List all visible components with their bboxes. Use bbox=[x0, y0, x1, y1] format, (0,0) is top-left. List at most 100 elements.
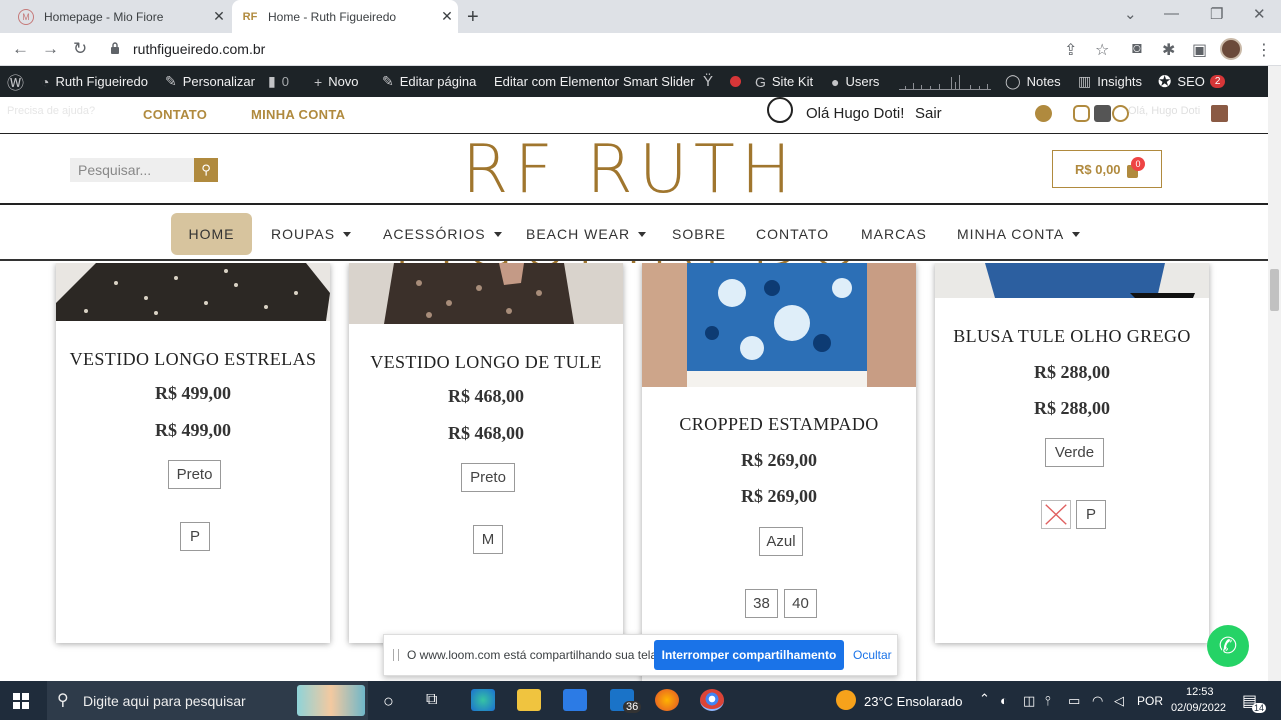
wordpress-logo-icon[interactable]: Ⓦ bbox=[7, 66, 30, 97]
nav-contato[interactable]: CONTATO bbox=[756, 213, 829, 255]
stats-sparkline[interactable] bbox=[899, 66, 991, 97]
cart-button[interactable]: R$ 0,00 0 bbox=[1052, 150, 1162, 188]
page-scrollbar[interactable] bbox=[1268, 66, 1281, 681]
camera-icon[interactable]: ◙ bbox=[1132, 40, 1142, 58]
search-icon[interactable]: ⚲ bbox=[194, 158, 218, 182]
extensions-puzzle-icon[interactable]: ✱ bbox=[1162, 40, 1175, 60]
restore-icon[interactable]: ❐ bbox=[1210, 5, 1223, 23]
cortana-circle-icon[interactable]: ○ bbox=[383, 691, 394, 712]
instagram-icon[interactable] bbox=[1073, 105, 1090, 122]
top-link-contato[interactable]: CONTATO bbox=[143, 107, 207, 122]
nav-beach-wear[interactable]: BEACH WEAR bbox=[526, 213, 647, 255]
status-red-dot[interactable] bbox=[730, 66, 741, 97]
wp-site-kit[interactable]: G Site Kit bbox=[755, 66, 813, 97]
size-swatch[interactable]: 40 bbox=[784, 589, 817, 618]
wp-customize[interactable]: ✎ Personalizar bbox=[165, 66, 255, 97]
tray-app-icon[interactable]: ◐ bbox=[1000, 693, 1008, 708]
wp-comments[interactable]: ▮ 0 bbox=[268, 66, 289, 97]
task-view-icon[interactable]: ⧉ bbox=[426, 691, 437, 709]
edge-browser-icon[interactable] bbox=[471, 689, 495, 711]
file-explorer-icon[interactable] bbox=[517, 689, 541, 711]
tab-mio-fiore[interactable]: M Homepage - Mio Fiore ✕ bbox=[8, 0, 230, 33]
microphone-icon[interactable]: ⫯ bbox=[1045, 693, 1051, 709]
user-circle-icon[interactable] bbox=[767, 97, 793, 123]
profile-avatar[interactable] bbox=[1220, 38, 1242, 60]
product-image[interactable] bbox=[349, 263, 623, 324]
clock-date[interactable]: 02/09/2022 bbox=[1171, 702, 1226, 714]
drag-grip-icon[interactable] bbox=[393, 649, 399, 661]
search-box[interactable]: Pesquisar... ⚲ bbox=[70, 158, 218, 182]
battery-icon[interactable]: ▭ bbox=[1068, 693, 1080, 709]
nav-sobre[interactable]: SOBRE bbox=[672, 213, 726, 255]
tray-camera-icon[interactable]: ◫ bbox=[1023, 693, 1035, 709]
whatsapp-small-icon[interactable] bbox=[1112, 105, 1129, 122]
product-card[interactable]: CROPPED ESTAMPADO R$ 269,00 R$ 269,00 Az… bbox=[642, 263, 916, 681]
bookmark-star-icon[interactable]: ☆ bbox=[1095, 40, 1109, 60]
lock-icon[interactable] bbox=[110, 42, 120, 54]
language-indicator[interactable]: POR bbox=[1137, 694, 1163, 708]
nav-home[interactable]: HOME bbox=[171, 213, 252, 255]
firefox-icon[interactable] bbox=[655, 689, 679, 711]
volume-icon[interactable]: ◁ bbox=[1114, 693, 1124, 709]
wifi-icon[interactable]: ◠ bbox=[1092, 693, 1103, 709]
taskbar-search-box[interactable]: ⚲ Digite aqui para pesquisar bbox=[47, 681, 368, 720]
tab-search-chevron-icon[interactable]: ⌄ bbox=[1124, 5, 1137, 23]
nav-minha-conta[interactable]: MINHA CONTA bbox=[957, 213, 1081, 255]
tab-ruth-figueiredo[interactable]: RF Home - Ruth Figueiredo ✕ bbox=[232, 0, 458, 33]
nav-marcas[interactable]: MARCAS bbox=[861, 213, 927, 255]
scrollbar-thumb[interactable] bbox=[1270, 269, 1279, 311]
unavailable-swatch-cross-icon[interactable] bbox=[1041, 500, 1071, 529]
top-link-minha-conta[interactable]: MINHA CONTA bbox=[251, 107, 345, 122]
wp-edit-elementor[interactable]: Editar com Elementor bbox=[494, 66, 619, 97]
side-panel-icon[interactable]: ▣ bbox=[1192, 40, 1207, 60]
chrome-icon[interactable] bbox=[700, 689, 724, 711]
close-tab-icon[interactable]: ✕ bbox=[436, 8, 458, 25]
tray-chevron-icon[interactable]: ⌃ bbox=[979, 691, 990, 707]
windows-start-icon[interactable] bbox=[13, 693, 29, 709]
product-image[interactable] bbox=[642, 263, 916, 387]
chat-overlay-icon[interactable] bbox=[1094, 105, 1111, 122]
product-card[interactable]: VESTIDO LONGO ESTRELAS R$ 499,00 R$ 499,… bbox=[56, 263, 330, 643]
facebook-icon[interactable] bbox=[1035, 105, 1052, 122]
close-tab-icon[interactable]: ✕ bbox=[208, 8, 230, 25]
size-swatch[interactable]: P bbox=[180, 522, 210, 551]
hide-notice-link[interactable]: Ocultar bbox=[853, 648, 892, 662]
product-image[interactable] bbox=[935, 263, 1209, 298]
logout-link[interactable]: Sair bbox=[915, 105, 942, 122]
wp-smart-slider[interactable]: Smart Slider bbox=[623, 66, 695, 97]
back-arrow-icon[interactable]: ← bbox=[12, 39, 29, 59]
product-card[interactable]: VESTIDO LONGO DE TULE R$ 468,00 R$ 468,0… bbox=[349, 263, 623, 643]
color-swatch[interactable]: Verde bbox=[1045, 438, 1104, 467]
size-swatch[interactable]: P bbox=[1076, 500, 1106, 529]
color-swatch[interactable]: Preto bbox=[168, 460, 221, 489]
new-tab-plus-icon[interactable]: + bbox=[467, 6, 479, 29]
share-icon[interactable]: ⇪ bbox=[1064, 40, 1077, 60]
nav-acessorios[interactable]: ACESSÓRIOS bbox=[383, 213, 502, 255]
weather-text[interactable]: 23°C Ensolarado bbox=[864, 694, 962, 709]
product-name[interactable]: VESTIDO LONGO ESTRELAS bbox=[56, 349, 330, 370]
yoast-icon[interactable]: Ÿ bbox=[703, 66, 719, 97]
small-avatar[interactable] bbox=[1211, 105, 1228, 122]
product-image[interactable] bbox=[56, 263, 330, 321]
color-swatch[interactable]: Preto bbox=[461, 463, 515, 492]
wp-new[interactable]: + Novo bbox=[314, 66, 359, 97]
product-name[interactable]: BLUSA TULE OLHO GREGO bbox=[935, 326, 1209, 347]
wp-users[interactable]: ● Users bbox=[831, 66, 879, 97]
window-close-icon[interactable]: ✕ bbox=[1253, 5, 1266, 23]
forward-arrow-icon[interactable]: → bbox=[42, 39, 59, 59]
wp-insights[interactable]: ▥ Insights bbox=[1078, 66, 1142, 97]
whatsapp-float-icon[interactable]: ✆ bbox=[1207, 625, 1249, 667]
product-name[interactable]: VESTIDO LONGO DE TULE bbox=[349, 352, 623, 373]
nav-roupas[interactable]: ROUPAS bbox=[271, 213, 352, 255]
product-card[interactable]: BLUSA TULE OLHO GREGO R$ 288,00 R$ 288,0… bbox=[935, 263, 1209, 643]
stop-sharing-button[interactable]: Interromper compartilhamento bbox=[654, 640, 844, 670]
product-name[interactable]: CROPPED ESTAMPADO bbox=[642, 414, 916, 435]
clock-time[interactable]: 12:53 bbox=[1186, 686, 1214, 698]
browser-menu-icon[interactable]: ⋮ bbox=[1256, 40, 1272, 60]
wp-seo[interactable]: ✪ SEO 2 bbox=[1158, 66, 1226, 97]
microsoft-store-icon[interactable] bbox=[563, 689, 587, 711]
url-text[interactable]: ruthfigueiredo.com.br bbox=[133, 41, 265, 57]
wp-site-name[interactable]: ◔ Ruth Figueiredo bbox=[41, 66, 148, 97]
wp-edit-page[interactable]: ✎ Editar página bbox=[382, 66, 476, 97]
wp-notes[interactable]: ◯ Notes bbox=[1005, 66, 1061, 97]
